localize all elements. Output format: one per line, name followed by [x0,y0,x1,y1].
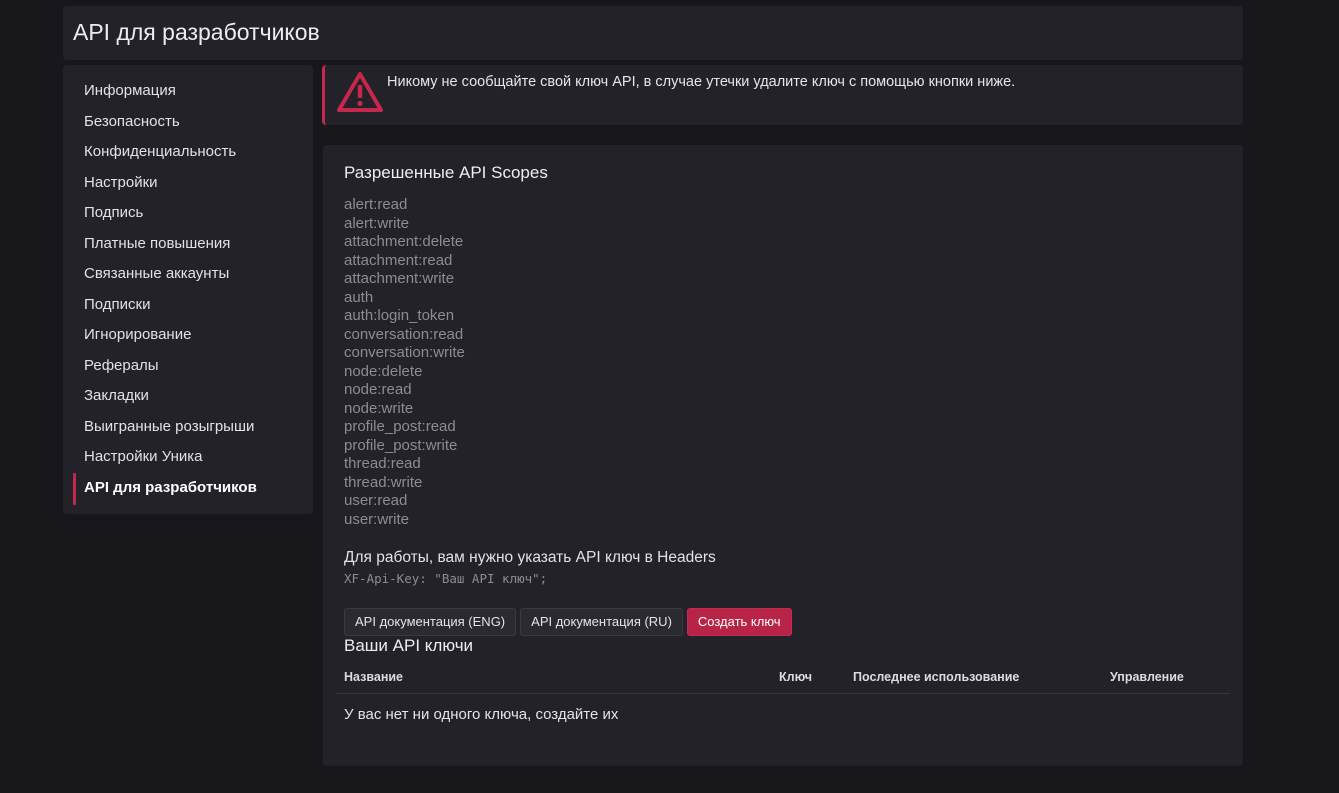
api-panel: Разрешенные API Scopes alert:read alert:… [323,145,1243,766]
header-code-sample: XF-Api-Key: "Ваш API ключ"; [344,571,548,586]
scope-list: alert:read alert:write attachment:delete… [344,196,1222,529]
sidebar-item-connected-accounts[interactable]: Связанные аккаунты [63,261,313,292]
scope-item: auth [344,288,374,306]
sidebar-item-signature[interactable]: Подпись [63,200,313,231]
scope-item: conversation:write [344,344,465,361]
column-manage: Управление [1110,670,1184,684]
sidebar-item-ignoring[interactable]: Игнорирование [63,322,313,353]
create-key-button[interactable]: Создать ключ [686,608,792,636]
sidebar-item-info[interactable]: Информация [63,78,313,109]
sidebar-item-bookmarks[interactable]: Закладки [63,383,313,414]
column-last-used: Последнее использование [853,670,1020,684]
warning-triangle-icon [337,72,383,112]
sidebar-item-subscriptions[interactable]: Подписки [63,292,313,323]
scope-item: thread:read [344,455,421,472]
column-name: Название [344,670,404,684]
scope-item: profile_post:write [344,436,458,454]
scope-item: node:write [344,399,414,417]
scope-item: profile_post:read [344,418,456,435]
scope-item: attachment:delete [344,233,464,250]
column-key: Ключ [779,670,813,684]
page-title: API для разработчиков [73,19,320,45]
sidebar-item-unique-settings[interactable]: Настройки Уника [63,444,313,475]
scope-item: user:write [344,510,410,528]
api-docs-eng-button[interactable]: API документация (ENG) [344,608,517,636]
account-sidebar: Информация Безопасность Конфиденциальнос… [63,65,313,514]
scope-item: node:read [344,381,412,398]
table-header: Название Ключ Последнее использование Уп… [336,667,1230,694]
scope-item: alert:write [344,214,410,232]
page-header: API для разработчиков [63,6,1243,60]
scopes-title: Разрешенные API Scopes [344,163,548,182]
sidebar-item-privacy[interactable]: Конфиденциальность [63,139,313,170]
sidebar-item-settings[interactable]: Настройки [63,170,313,201]
api-keys-title: Ваши API ключи [344,636,474,655]
sidebar-item-security[interactable]: Безопасность [63,109,313,140]
scope-item: attachment:write [344,270,455,287]
scope-item: thread:write [344,473,423,491]
scope-item: user:read [344,492,408,509]
alert-message: Никому не сообщайте свой ключ API, в слу… [387,74,1016,90]
scope-item: node:delete [344,362,423,380]
headers-info: Для работы, вам нужно указать API ключ в… [344,549,716,566]
empty-keys-message: У вас нет ни одного ключа, создайте их [344,706,619,723]
sidebar-item-won-giveaways[interactable]: Выигранные розыгрыши [63,414,313,445]
warning-alert: Никому не сообщайте свой ключ API, в слу… [322,65,1243,125]
sidebar-item-api-developers[interactable]: API для разработчиков [63,472,313,506]
scope-item: conversation:read [344,325,464,343]
scope-item: attachment:read [344,251,453,269]
action-buttons: API документация (ENG) API документация … [344,608,1222,636]
api-docs-ru-button[interactable]: API документация (RU) [520,608,683,636]
sidebar-item-referrals[interactable]: Рефералы [63,353,313,384]
scope-item: auth:login_token [344,307,455,324]
api-keys-table: Название Ключ Последнее использование Уп… [336,667,1230,723]
sidebar-item-paid-upgrades[interactable]: Платные повышения [63,231,313,262]
scope-item: alert:read [344,196,408,213]
